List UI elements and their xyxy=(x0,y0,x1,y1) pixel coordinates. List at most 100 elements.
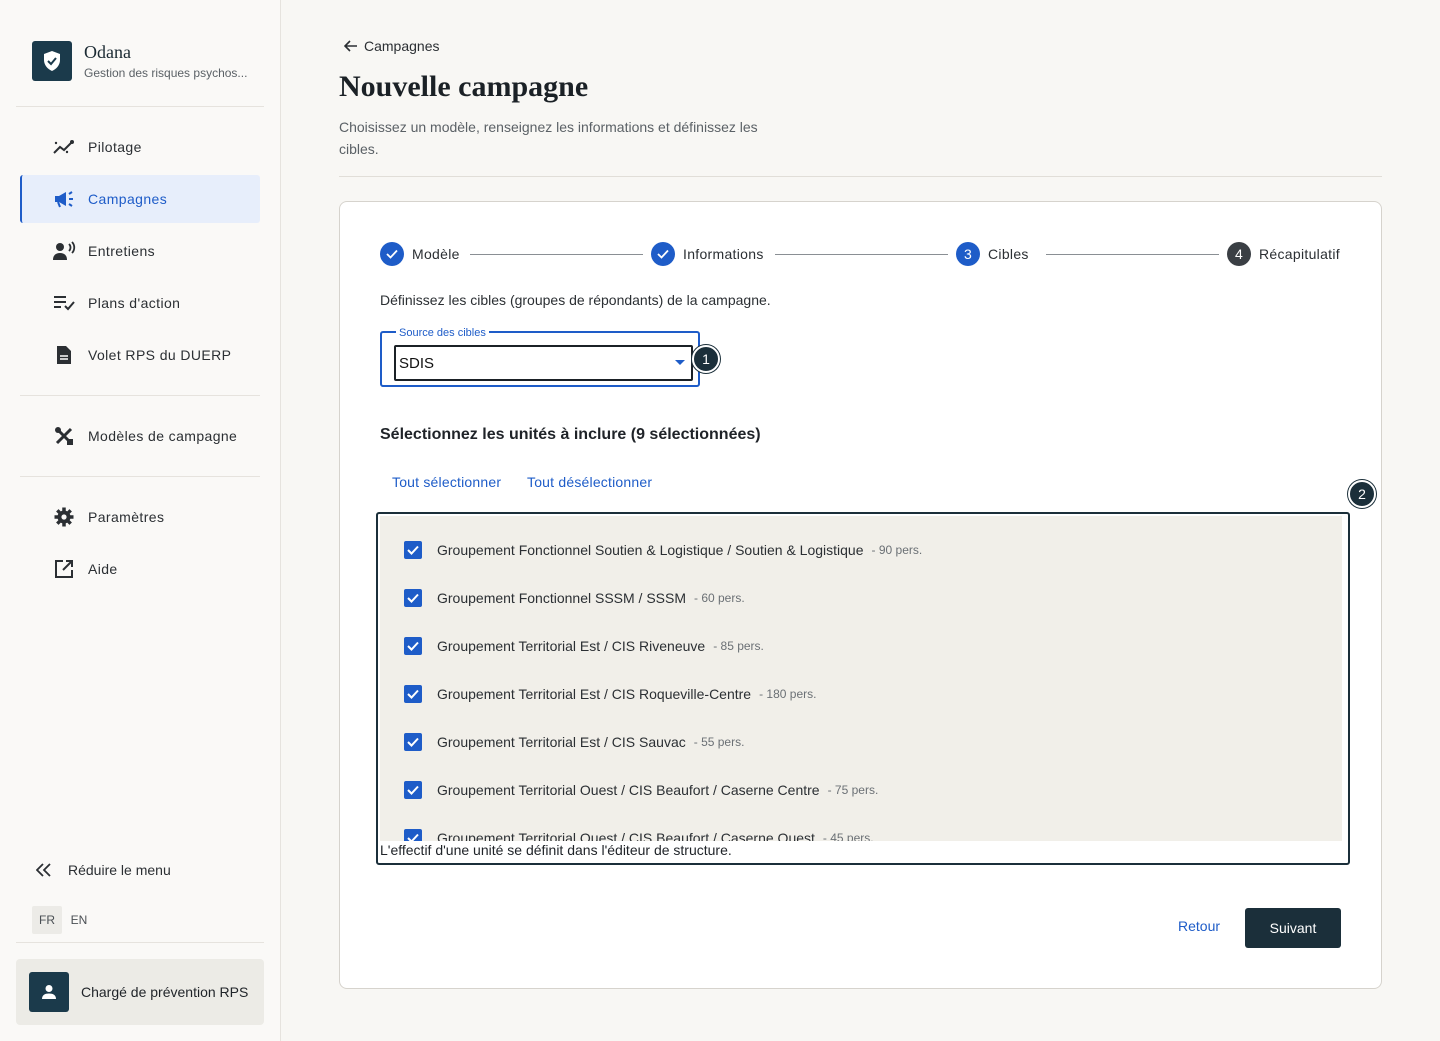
list-item[interactable]: Groupement Territorial Ouest / CIS Beauf… xyxy=(404,826,874,841)
chart-line-icon xyxy=(52,135,76,159)
unit-count: - 85 pers. xyxy=(713,639,764,653)
unit-count: - 90 pers. xyxy=(871,543,923,557)
step-label: Récapitulatif xyxy=(1259,246,1340,262)
checkbox-checked-icon[interactable] xyxy=(404,637,422,655)
step-label: Modèle xyxy=(412,246,460,262)
checkbox-checked-icon[interactable] xyxy=(404,589,422,607)
divider xyxy=(339,176,1382,177)
units-note: L'effectif d'une unité se définit dans l… xyxy=(380,842,732,858)
checkbox-checked-icon[interactable] xyxy=(404,829,422,841)
list-item[interactable]: Groupement Territorial Ouest / CIS Beauf… xyxy=(404,778,878,802)
sidebar-item-entretiens[interactable]: Entretiens xyxy=(20,227,260,275)
unit-name: Groupement Fonctionnel SSSM / SSSM xyxy=(437,590,686,606)
step-recapitulatif[interactable]: 4 Récapitulatif xyxy=(1227,242,1340,266)
gear-icon xyxy=(52,505,76,529)
units-list[interactable]: Groupement Fonctionnel Soutien & Logisti… xyxy=(380,516,1342,841)
select-all-button[interactable]: Tout sélectionner xyxy=(392,474,501,490)
units-title-rest: à inclure (9 sélectionnées) xyxy=(556,426,761,443)
divider xyxy=(20,395,260,396)
sidebar-item-parametres[interactable]: Paramètres xyxy=(20,493,260,541)
step-modele[interactable]: Modèle xyxy=(380,242,460,266)
units-list-frame: Groupement Fonctionnel Soutien & Logisti… xyxy=(376,512,1350,865)
page-title: Nouvelle campagne xyxy=(339,70,589,103)
list-item[interactable]: Groupement Territorial Est / CIS Riveneu… xyxy=(404,634,764,658)
back-link-label: Campagnes xyxy=(364,38,440,54)
source-select[interactable]: SDIS xyxy=(394,345,693,381)
unit-name: Groupement Territorial Ouest / CIS Beauf… xyxy=(437,830,815,841)
sidebar-item-aide[interactable]: Aide xyxy=(20,545,260,593)
brand[interactable]: Odana Gestion des risques psychos... xyxy=(32,41,247,81)
sidebar-item-campagnes[interactable]: Campagnes xyxy=(20,175,260,223)
units-title: Sélectionnez les unités à inclure (9 sél… xyxy=(380,426,761,444)
checkbox-checked-icon[interactable] xyxy=(404,781,422,799)
unit-name: Groupement Territorial Est / CIS Sauvac xyxy=(437,734,686,750)
sidebar-item-label: Plans d'action xyxy=(88,295,181,311)
check-icon xyxy=(651,242,675,266)
targets-description: Définissez les cibles (groupes de répond… xyxy=(380,292,771,308)
collapse-menu-label: Réduire le menu xyxy=(68,862,171,878)
checkbox-checked-icon[interactable] xyxy=(404,733,422,751)
step-label: Informations xyxy=(683,246,764,262)
deselect-all-button[interactable]: Tout désélectionner xyxy=(527,474,652,490)
unit-count: - 60 pers. xyxy=(694,591,745,605)
divider xyxy=(20,476,260,477)
sidebar-item-modeles[interactable]: Modèles de campagne xyxy=(20,412,260,460)
sidebar: Odana Gestion des risques psychos... Pil… xyxy=(0,0,281,1041)
annotation-badge-2: 2 xyxy=(1348,480,1376,508)
caret-down-icon xyxy=(675,360,685,365)
sidebar-item-label: Campagnes xyxy=(88,191,168,207)
tools-icon xyxy=(52,424,76,448)
sidebar-item-volet-rps[interactable]: Volet RPS du DUERP xyxy=(20,331,260,379)
step-number: 3 xyxy=(956,242,980,266)
page-description: Choisissez un modèle, renseignez les inf… xyxy=(339,119,758,157)
language-switcher: FR EN xyxy=(32,906,96,934)
list-item[interactable]: Groupement Fonctionnel Soutien & Logisti… xyxy=(404,538,922,562)
step-informations[interactable]: Informations xyxy=(651,242,764,266)
sidebar-item-label: Aide xyxy=(88,561,118,577)
unit-count: - 180 pers. xyxy=(759,687,817,701)
double-chevron-left-icon xyxy=(36,863,56,877)
unit-count: - 45 pers. xyxy=(822,831,874,841)
check-icon xyxy=(380,242,404,266)
unit-count: - 55 pers. xyxy=(693,735,745,749)
lang-en[interactable]: EN xyxy=(64,906,94,934)
unit-count: - 75 pers. xyxy=(827,783,879,797)
retour-button[interactable]: Retour xyxy=(1178,918,1220,934)
megaphone-icon xyxy=(52,187,76,211)
lang-fr[interactable]: FR xyxy=(32,906,62,934)
sidebar-item-plans-action[interactable]: Plans d'action xyxy=(20,279,260,327)
checkbox-checked-icon[interactable] xyxy=(404,685,422,703)
step-number: 4 xyxy=(1227,242,1251,266)
suivant-button[interactable]: Suivant xyxy=(1245,908,1341,948)
person-icon xyxy=(29,972,69,1012)
sidebar-item-label: Pilotage xyxy=(88,139,142,155)
external-link-icon xyxy=(52,557,76,581)
unit-name: Groupement Fonctionnel Soutien & Logisti… xyxy=(437,542,864,558)
back-link[interactable]: Campagnes xyxy=(344,38,440,54)
person-voice-icon xyxy=(52,239,76,263)
sidebar-item-label: Volet RPS du DUERP xyxy=(88,347,232,363)
collapse-menu-button[interactable]: Réduire le menu xyxy=(36,862,171,878)
user-card[interactable]: Chargé de prévention RPS xyxy=(16,959,264,1025)
sidebar-item-label: Entretiens xyxy=(88,243,156,259)
checkbox-checked-icon[interactable] xyxy=(404,541,422,559)
step-connector xyxy=(775,254,948,255)
annotation-badge-1: 1 xyxy=(692,345,720,373)
sidebar-item-pilotage[interactable]: Pilotage xyxy=(20,123,260,171)
unit-name: Groupement Territorial Est / CIS Roquevi… xyxy=(437,686,752,702)
step-cibles[interactable]: 3 Cibles xyxy=(956,242,1029,266)
source-label: Source des cibles xyxy=(396,327,489,339)
divider xyxy=(16,942,264,943)
list-item[interactable]: Groupement Territorial Est / CIS Roquevi… xyxy=(404,682,816,706)
brand-name: Odana xyxy=(84,42,131,62)
step-connector xyxy=(1046,254,1219,255)
checklist-icon xyxy=(52,291,76,315)
list-item[interactable]: Groupement Fonctionnel SSSM / SSSM - 60 … xyxy=(404,586,745,610)
source-value: SDIS xyxy=(399,354,435,372)
brand-subtitle: Gestion des risques psychos... xyxy=(84,66,248,80)
document-icon xyxy=(52,343,76,367)
sidebar-item-label: Paramètres xyxy=(88,509,165,525)
arrow-left-icon xyxy=(344,40,357,52)
list-item[interactable]: Groupement Territorial Est / CIS Sauvac … xyxy=(404,730,744,754)
stepper: Modèle Informations 3 Cibles 4 Récapitul… xyxy=(380,242,1342,268)
